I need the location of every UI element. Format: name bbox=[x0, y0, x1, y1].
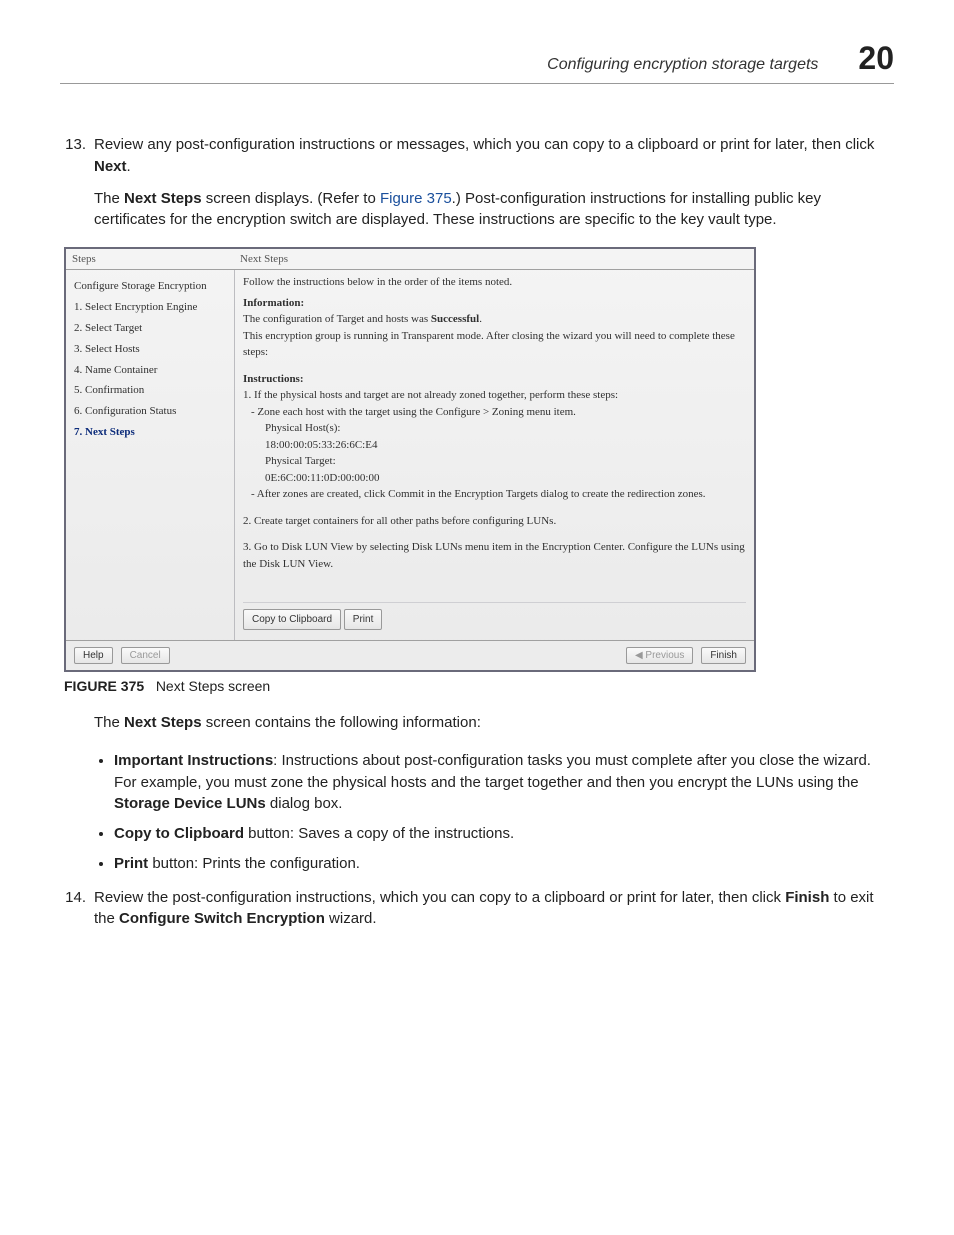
instruction-line: - After zones are created, click Commit … bbox=[251, 486, 746, 503]
step-num: 13. bbox=[60, 134, 86, 178]
step-item: 2. Select Target bbox=[74, 318, 230, 339]
instruction-line: 3. Go to Disk LUN View by selecting Disk… bbox=[243, 539, 746, 572]
previous-button[interactable]: ◀ Previous bbox=[626, 647, 693, 664]
instructions-heading: Instructions: bbox=[243, 371, 746, 388]
step-13: 13. Review any post-configuration instru… bbox=[60, 134, 894, 178]
wizard-dialog: Steps Next Steps Configure Storage Encry… bbox=[64, 247, 756, 672]
figure-375: Steps Next Steps Configure Storage Encry… bbox=[64, 247, 894, 672]
bullet-list: Important Instructions: Instructions abo… bbox=[114, 750, 894, 875]
instruction-line: 1. If the physical hosts and target are … bbox=[243, 387, 746, 404]
instruction-line: 0E:6C:00:11:0D:00:00:00 bbox=[265, 470, 746, 487]
header-title: Configuring encryption storage targets bbox=[547, 56, 818, 74]
information-heading: Information: bbox=[243, 295, 746, 312]
panel-body: Follow the instructions below in the ord… bbox=[235, 270, 754, 640]
step-item: 3. Select Hosts bbox=[74, 339, 230, 360]
step-14: 14. Review the post-configuration instru… bbox=[60, 887, 894, 931]
help-button[interactable]: Help bbox=[74, 647, 113, 664]
panel-title: Next Steps bbox=[234, 249, 294, 269]
cancel-button[interactable]: Cancel bbox=[121, 647, 170, 664]
instruction-line: Physical Host(s): bbox=[265, 420, 746, 437]
bullet-item: Copy to Clipboard button: Saves a copy o… bbox=[114, 823, 894, 845]
chapter-number: 20 bbox=[858, 40, 894, 77]
after-figure-lead: The Next Steps screen contains the follo… bbox=[94, 712, 894, 734]
info-line: This encryption group is running in Tran… bbox=[243, 328, 746, 361]
step-item: 6. Configuration Status bbox=[74, 401, 230, 422]
figure-caption: FIGURE 375 Next Steps screen bbox=[64, 678, 894, 694]
step-item-current: 7. Next Steps bbox=[74, 422, 230, 443]
intro-text: Follow the instructions below in the ord… bbox=[243, 274, 746, 291]
instruction-line: Physical Target: bbox=[265, 453, 746, 470]
copy-to-clipboard-button[interactable]: Copy to Clipboard bbox=[243, 609, 341, 630]
bullet-item: Print button: Prints the configuration. bbox=[114, 853, 894, 875]
step-num: 14. bbox=[60, 887, 86, 931]
instruction-line: 18:00:00:05:33:26:6C:E4 bbox=[265, 437, 746, 454]
steps-column-header: Steps bbox=[66, 249, 234, 269]
page-header: Configuring encryption storage targets 2… bbox=[60, 40, 894, 84]
finish-button[interactable]: Finish bbox=[701, 647, 746, 664]
step-text: Review any post-configuration instructio… bbox=[94, 134, 894, 178]
step-13-note: The Next Steps screen displays. (Refer t… bbox=[94, 188, 894, 232]
step-item: 1. Select Encryption Engine bbox=[74, 297, 230, 318]
step-item: 5. Confirmation bbox=[74, 380, 230, 401]
info-line: The configuration of Target and hosts wa… bbox=[243, 311, 746, 328]
steps-list: Configure Storage Encryption 1. Select E… bbox=[66, 270, 235, 640]
step-item: 4. Name Container bbox=[74, 360, 230, 381]
figure-link[interactable]: Figure 375 bbox=[380, 190, 452, 207]
bullet-item: Important Instructions: Instructions abo… bbox=[114, 750, 894, 815]
step-text: Review the post-configuration instructio… bbox=[94, 887, 894, 931]
steps-list-title: Configure Storage Encryption bbox=[74, 276, 230, 297]
print-button[interactable]: Print bbox=[344, 609, 383, 630]
instruction-line: - Zone each host with the target using t… bbox=[251, 404, 746, 421]
instruction-line: 2. Create target containers for all othe… bbox=[243, 513, 746, 530]
